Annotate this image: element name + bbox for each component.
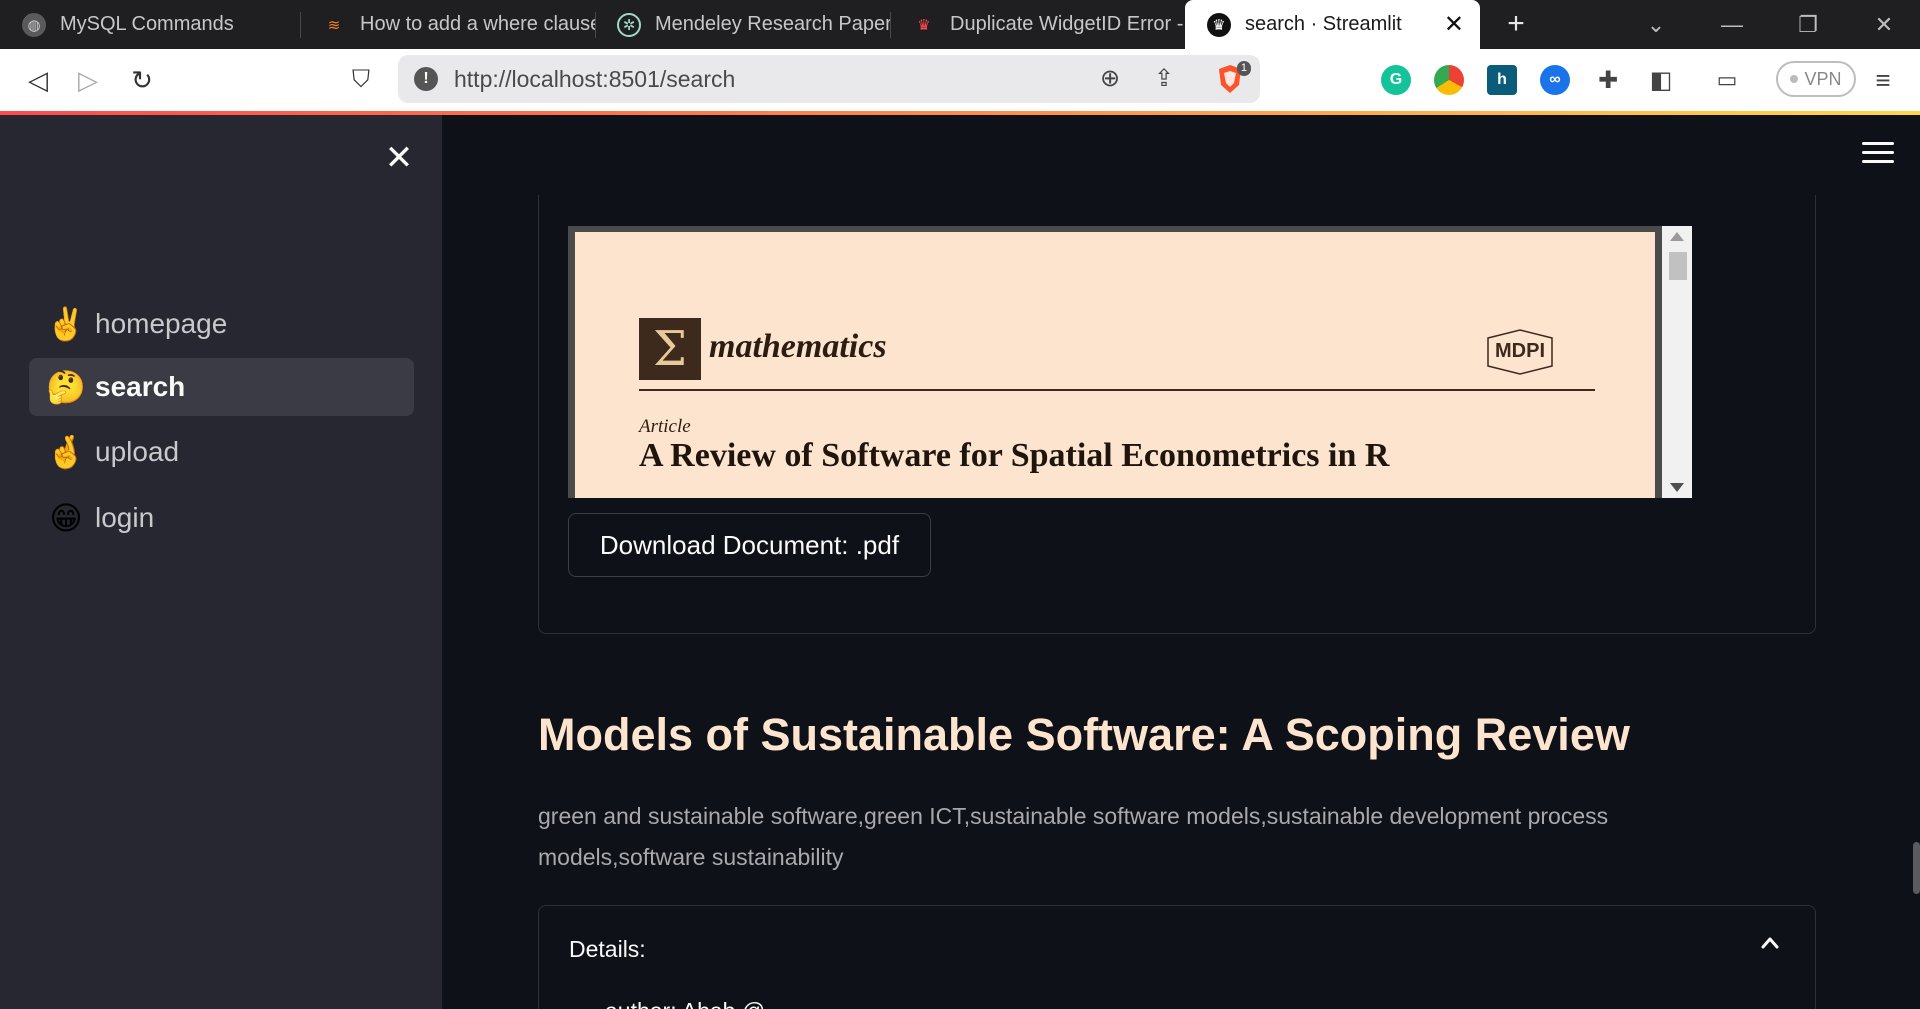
grinning-face-icon: 😁 bbox=[49, 500, 83, 536]
vpn-status-dot bbox=[1790, 75, 1799, 83]
wallet-icon[interactable]: ▭ bbox=[1712, 65, 1742, 95]
sidebar-item-label: homepage bbox=[95, 308, 228, 339]
sidebar-item-label: search bbox=[95, 371, 186, 402]
back-icon[interactable]: ◁ bbox=[20, 62, 56, 98]
site-info-icon[interactable]: ! bbox=[414, 67, 438, 91]
scrollbar-thumb[interactable] bbox=[1669, 252, 1687, 280]
pdf-viewer[interactable]: Σ mathematics MDPI Article A Review of S… bbox=[568, 226, 1692, 498]
infinity-extension-icon[interactable]: ∞ bbox=[1540, 65, 1570, 95]
new-tab-button[interactable]: + bbox=[1500, 6, 1532, 42]
chevron-up-icon[interactable] bbox=[1761, 934, 1779, 952]
pdf-scrollbar[interactable] bbox=[1662, 226, 1692, 498]
url-text[interactable]: http://localhost:8501/search bbox=[454, 66, 735, 93]
grammarly-icon[interactable]: G bbox=[1381, 65, 1411, 95]
mdpi-logo-text: MDPI bbox=[1495, 340, 1545, 362]
vpn-button[interactable]: VPN bbox=[1776, 61, 1856, 97]
globe-icon: ◍ bbox=[22, 12, 46, 37]
tab-where-clause[interactable]: ≋ How to add a where clause bbox=[300, 0, 595, 49]
browser-menu-icon[interactable]: ≡ bbox=[1868, 65, 1898, 95]
reload-icon[interactable]: ↻ bbox=[124, 62, 160, 98]
sidebar-item-label: login bbox=[95, 502, 155, 533]
stackoverflow-icon: ≋ bbox=[327, 16, 341, 34]
zoom-icon[interactable]: ⊕ bbox=[1094, 63, 1126, 95]
scroll-up-arrow-icon[interactable] bbox=[1670, 232, 1684, 241]
result-keywords: green and sustainable software,green ICT… bbox=[538, 803, 1609, 870]
pdf-header-rule bbox=[639, 389, 1595, 391]
bookmark-icon[interactable]: ⛉ bbox=[343, 62, 379, 98]
details-expander[interactable]: Details: author: Ahab @ ... bbox=[538, 905, 1816, 1009]
tab-title: How to add a where clause bbox=[360, 13, 595, 35]
brave-shields-icon[interactable]: 1 bbox=[1215, 61, 1251, 95]
thinking-face-icon: 🤔 bbox=[46, 369, 86, 405]
main-content: Σ mathematics MDPI Article A Review of S… bbox=[442, 115, 1920, 1009]
share-icon[interactable]: ⇪ bbox=[1148, 63, 1180, 95]
sidebar-item-upload[interactable]: 🤞 upload bbox=[29, 423, 414, 481]
chrome-extension-icon[interactable] bbox=[1434, 65, 1464, 95]
extensions-puzzle-icon[interactable]: ✚ bbox=[1593, 65, 1623, 95]
close-window-icon[interactable]: ✕ bbox=[1846, 0, 1920, 49]
crossed-fingers-icon: 🤞 bbox=[46, 434, 86, 470]
vpn-label: VPN bbox=[1804, 68, 1842, 89]
details-author-line: author: Ahab @ ... bbox=[605, 998, 791, 1009]
streamlit-crown-icon: ♛ bbox=[1207, 12, 1231, 37]
journal-name: mathematics bbox=[709, 328, 887, 365]
tab-title: Mendeley Research Paper bbox=[655, 13, 890, 35]
sidebar-toggle-icon[interactable]: ◧ bbox=[1646, 65, 1676, 95]
browser-nav-bar: ◁ ▷ ↻ ⛉ ! http://localhost:8501/search ⊕… bbox=[0, 49, 1920, 111]
scroll-down-arrow-icon[interactable] bbox=[1670, 483, 1684, 492]
tab-title: search · Streamlit bbox=[1245, 13, 1402, 35]
pdf-article-type: Article bbox=[639, 416, 691, 437]
tab-mendeley[interactable]: ✲ Mendeley Research Paper bbox=[595, 0, 890, 49]
tab-search-dropdown-icon[interactable]: ⌄ bbox=[1618, 0, 1694, 49]
hamburger-menu-icon[interactable] bbox=[1862, 142, 1894, 168]
tab-title: Duplicate WidgetID Error - bbox=[950, 13, 1184, 35]
sidebar-item-search[interactable]: 🤔 search bbox=[29, 358, 414, 416]
sidebar-item-login[interactable]: 😁 login bbox=[29, 489, 414, 547]
tab-search-streamlit[interactable]: ♛ search · Streamlit ✕ bbox=[1185, 0, 1480, 49]
hypothesis-icon[interactable]: h bbox=[1487, 65, 1517, 95]
pdf-page: Σ mathematics MDPI Article A Review of S… bbox=[575, 232, 1655, 498]
sigma-logo: Σ bbox=[639, 318, 701, 380]
streamlit-icon: ♛ bbox=[917, 16, 931, 34]
restore-icon[interactable]: ❐ bbox=[1770, 0, 1846, 49]
pdf-paper-title: A Review of Software for Spatial Econome… bbox=[639, 437, 1390, 474]
address-bar[interactable]: ! http://localhost:8501/search ⊕ ⇪ 1 bbox=[398, 55, 1260, 103]
victory-hand-icon: ✌️ bbox=[46, 306, 86, 342]
tab-title: MySQL Commands bbox=[60, 13, 234, 35]
chatgpt-icon: ✲ bbox=[617, 12, 641, 37]
sidebar-close-icon[interactable]: ✕ bbox=[381, 140, 417, 176]
minimize-icon[interactable]: — bbox=[1694, 0, 1770, 49]
page-scrollbar[interactable] bbox=[1913, 842, 1920, 894]
tab-duplicate-widgetid[interactable]: ♛ Duplicate WidgetID Error - bbox=[890, 0, 1185, 49]
result-title: Models of Sustainable Software: A Scopin… bbox=[538, 709, 1630, 760]
mdpi-logo: MDPI bbox=[1482, 328, 1558, 376]
sidebar: ✕ ✌️ homepage 🤔 search 🤞 upload 😁 login bbox=[0, 115, 442, 1009]
tab-mysql-commands[interactable]: ◍ MySQL Commands bbox=[0, 0, 300, 49]
sidebar-item-label: upload bbox=[95, 436, 180, 467]
close-tab-icon[interactable]: ✕ bbox=[1444, 10, 1464, 39]
sidebar-item-homepage[interactable]: ✌️ homepage bbox=[29, 295, 414, 353]
details-label: Details: bbox=[569, 936, 646, 962]
brave-badge: 1 bbox=[1236, 61, 1251, 76]
forward-icon[interactable]: ▷ bbox=[70, 62, 106, 98]
download-pdf-button[interactable]: Download Document: .pdf bbox=[568, 513, 931, 577]
browser-tab-bar: ◍ MySQL Commands ≋ How to add a where cl… bbox=[0, 0, 1920, 49]
